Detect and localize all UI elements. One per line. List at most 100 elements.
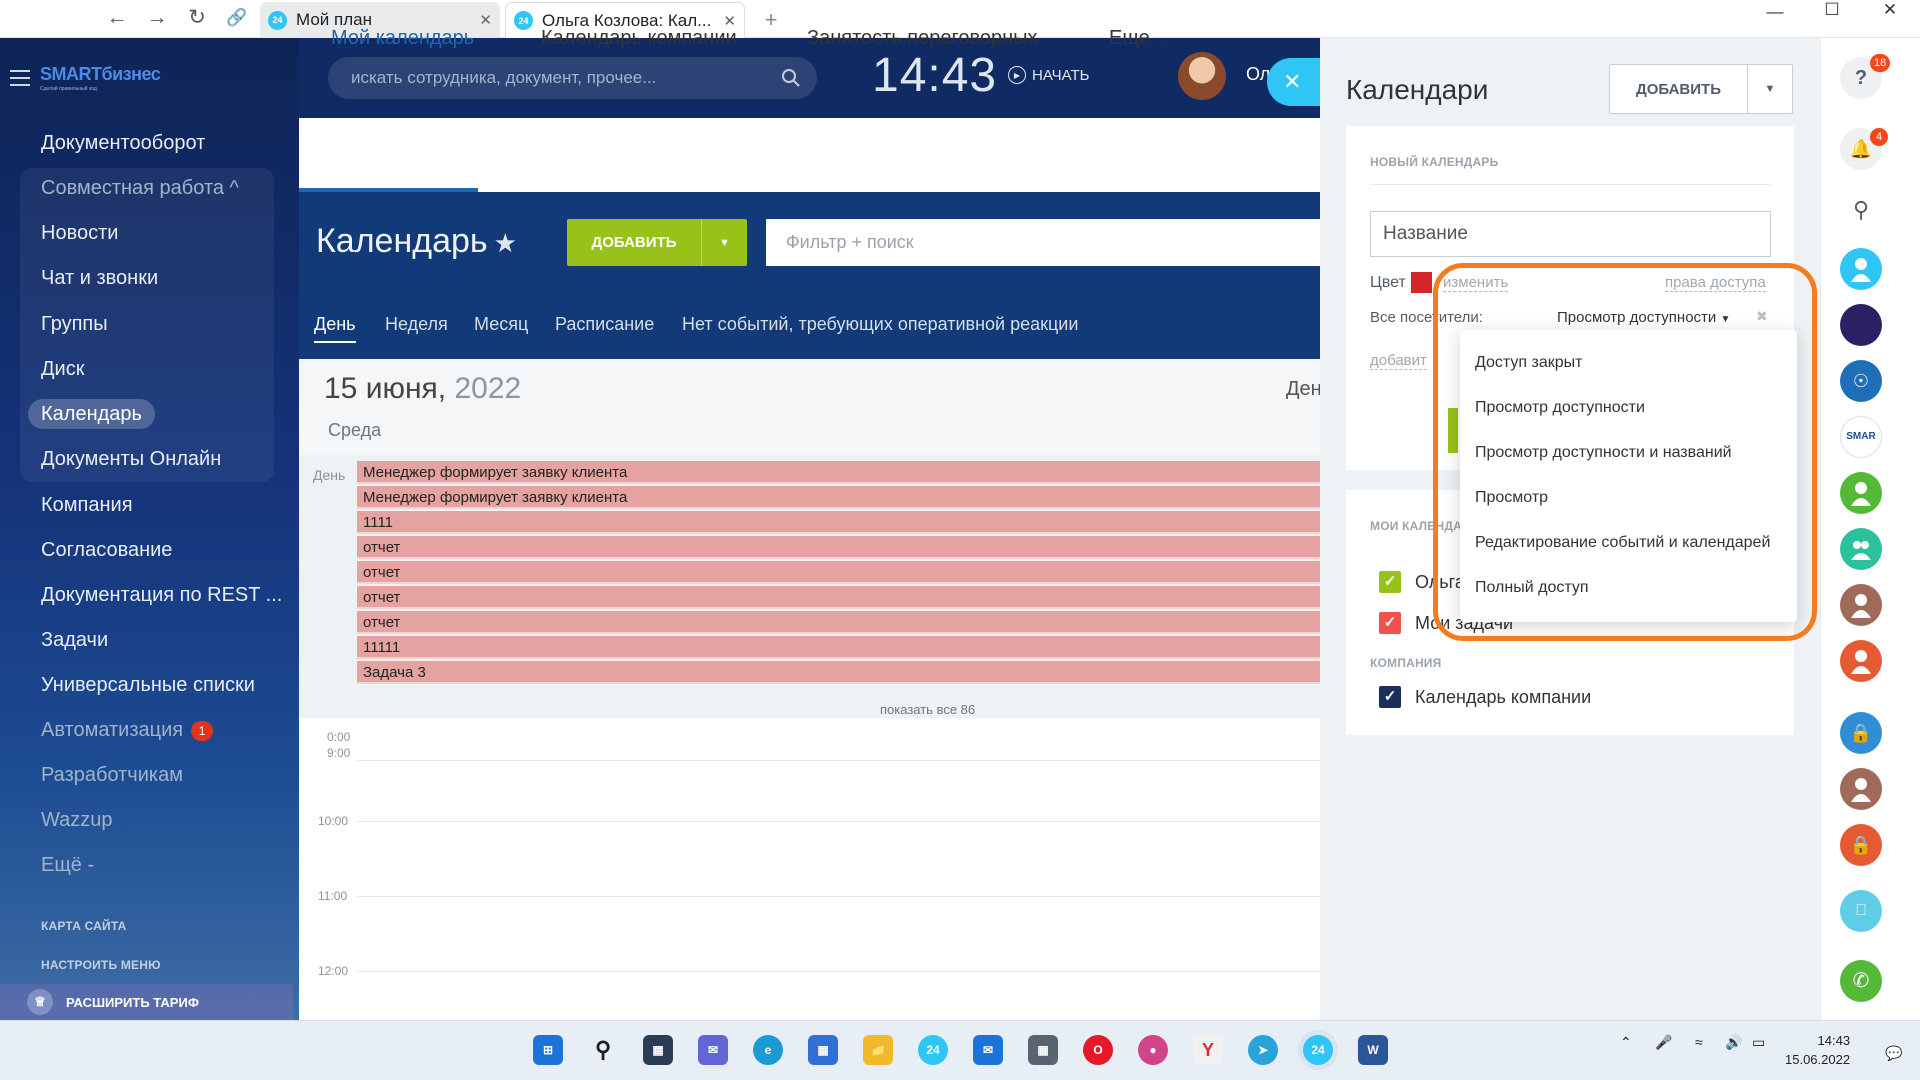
bitrix24-desktop-icon[interactable]: 24 [1303,1035,1333,1065]
add-access-link[interactable]: добавит [1370,352,1427,370]
link-icon[interactable]: 🔗 [225,6,249,30]
site-map-link[interactable]: КАРТА САЙТА [41,919,127,933]
calendar-name-field[interactable]: Название [1370,211,1771,257]
lock-icon[interactable]: 🔒 [1840,712,1882,754]
sidebar-item-more[interactable]: Ещё - [41,850,94,880]
event-item[interactable]: Менеджер формирует заявку клиента [357,461,1320,484]
word-icon[interactable]: W [1358,1035,1388,1065]
sidebar-item-automation[interactable]: Автоматизация 1 [41,715,214,745]
sidebar-item-approval[interactable]: Согласование [41,535,172,565]
event-item[interactable]: 1111 [357,511,1320,534]
battery-icon[interactable]: ▭ [1752,1034,1765,1051]
caret-down-icon[interactable]: ▼ [1748,83,1792,95]
sidebar-item-tasks[interactable]: Задачи [41,625,108,655]
view-month[interactable]: Месяц [474,314,528,335]
add-event-button[interactable]: ДОБАВИТЬ ▼ [567,219,747,266]
close-tab-icon[interactable]: ✕ [479,11,492,29]
tab-more[interactable]: Еще ⌄ [1109,27,1166,50]
sidebar-item-rest-docs[interactable]: Документация по REST ... [41,580,282,610]
app-drop-icon[interactable]: ● [1138,1035,1168,1065]
contact-avatar-photo[interactable] [1840,304,1882,346]
event-item[interactable]: отчет [357,586,1320,609]
sidebar-item-docs-online[interactable]: Документы Онлайн [41,444,221,474]
sidebar-item-wazzup[interactable]: Wazzup [41,805,113,835]
configure-menu-link[interactable]: НАСТРОИТЬ МЕНЮ [41,958,161,972]
calendar-checkbox[interactable]: ✓ [1379,571,1401,593]
event-item[interactable]: отчет [357,611,1320,634]
sidebar-item-lists[interactable]: Универсальные списки [41,670,255,700]
smart-business-logo-icon[interactable]: SMAR [1840,416,1882,458]
forward-icon[interactable]: → [145,6,169,30]
calendar-label[interactable]: Календарь компании [1415,687,1591,708]
view-schedule[interactable]: Расписание [555,314,654,335]
upgrade-plan-button[interactable]: ♕ РАСШИРИТЬ ТАРИФ [0,984,293,1020]
file-explorer-icon[interactable]: 📁 [863,1035,893,1065]
calendar-checkbox[interactable]: ✓ [1379,686,1401,708]
star-icon[interactable]: ★ [494,228,517,258]
event-item[interactable]: 11111 [357,636,1320,659]
telegram-icon[interactable]: ➤ [1248,1035,1278,1065]
tab-my-calendar[interactable]: Мой календарь [331,27,474,50]
notifications-icon[interactable]: 💬 [1885,1045,1902,1062]
company-logo[interactable]: SMARTбизнес Сделай правильный ход [40,64,180,102]
no-urgent-events-text[interactable]: Нет событий, требующих оперативной реакц… [682,314,1078,335]
back-icon[interactable]: ← [105,6,129,30]
sidebar-item-developers[interactable]: Разработчикам [41,760,183,790]
calculator-icon[interactable]: ▦ [1028,1035,1058,1065]
microphone-icon[interactable]: 🎤 [1655,1034,1672,1051]
hamburger-icon[interactable] [10,70,30,86]
edge-icon[interactable]: e [753,1035,783,1065]
contact-avatar-icon[interactable] [1840,248,1882,290]
contact-avatar-icon[interactable] [1840,472,1882,514]
filter-search-input[interactable]: Фильтр + поиск [766,219,1326,266]
sidebar-item-company[interactable]: Компания [41,490,133,520]
event-item[interactable]: Менеджер формирует заявку клиента [357,486,1320,509]
maximize-icon[interactable]: ☐ [1812,0,1852,20]
sidebar-item-news[interactable]: Новости [41,218,118,248]
panel-add-button[interactable]: ДОБАВИТЬ ▼ [1609,64,1793,114]
opera-icon[interactable]: O [1083,1035,1113,1065]
search-icon[interactable]: ⚲ [588,1035,618,1065]
sidebar-item-groups[interactable]: Группы [41,309,108,339]
teams-chat-icon[interactable]: ✉ [698,1035,728,1065]
taskbar-clock[interactable]: 14:43 15.06.2022 [1785,1031,1850,1069]
day-switch-label[interactable]: Ден [1286,378,1322,401]
bitrix24-icon[interactable]: 24 [918,1035,948,1065]
event-item[interactable]: Задача 3 [357,661,1320,684]
group-chat-icon[interactable] [1840,528,1882,570]
event-item[interactable]: отчет [357,561,1320,584]
event-item[interactable]: отчет [357,536,1320,559]
windows-start-icon[interactable]: ⊞ [533,1035,563,1065]
user-avatar[interactable] [1178,52,1226,100]
reload-icon[interactable]: ↻ [185,6,209,30]
color-swatch[interactable] [1411,272,1432,293]
phone-icon[interactable]: ✆ [1840,960,1882,1002]
open-lines-icon[interactable]: ☉ [1840,360,1882,402]
sidebar-item-docflow[interactable]: Документооборот [41,128,205,158]
sidebar-item-chat[interactable]: Чат и звонки [41,263,158,293]
sidebar-item-calendar[interactable]: Календарь [28,399,155,429]
minimize-icon[interactable]: — [1755,2,1795,22]
contact-avatar-icon[interactable] [1840,768,1882,810]
tab-company-calendar[interactable]: Календарь компании [541,27,737,50]
sidebar-item-collab[interactable]: Совместная работа ^ [41,173,239,203]
caret-down-icon[interactable]: ▼ [702,237,747,249]
window-close-icon[interactable]: ✕ [1870,0,1910,20]
wifi-icon[interactable]: ≈ [1695,1034,1703,1050]
yandex-browser-icon[interactable]: Y [1193,1035,1223,1065]
start-workday-button[interactable]: ▶ НАЧАТЬ [1008,66,1090,84]
view-week[interactable]: Неделя [385,314,448,335]
show-hidden-icons[interactable]: ⌃ [1620,1034,1632,1051]
task-view-icon[interactable]: ▦ [643,1035,673,1065]
calendar-checkbox[interactable]: ✓ [1379,612,1401,634]
contact-avatar-icon[interactable] [1840,584,1882,626]
global-search-input[interactable]: искать сотрудника, документ, прочее... [328,57,817,99]
store-icon[interactable]: ▦ [808,1035,838,1065]
new-tab-button[interactable]: + [753,6,789,33]
lock-icon[interactable]: 🔒 [1840,824,1882,866]
screen-share-icon[interactable]: ⎕ [1840,890,1882,932]
search-icon[interactable]: ⚲ [1840,189,1882,231]
volume-icon[interactable]: 🔊 [1725,1034,1742,1051]
search-icon[interactable] [781,68,801,88]
sidebar-item-disk[interactable]: Диск [41,354,84,384]
